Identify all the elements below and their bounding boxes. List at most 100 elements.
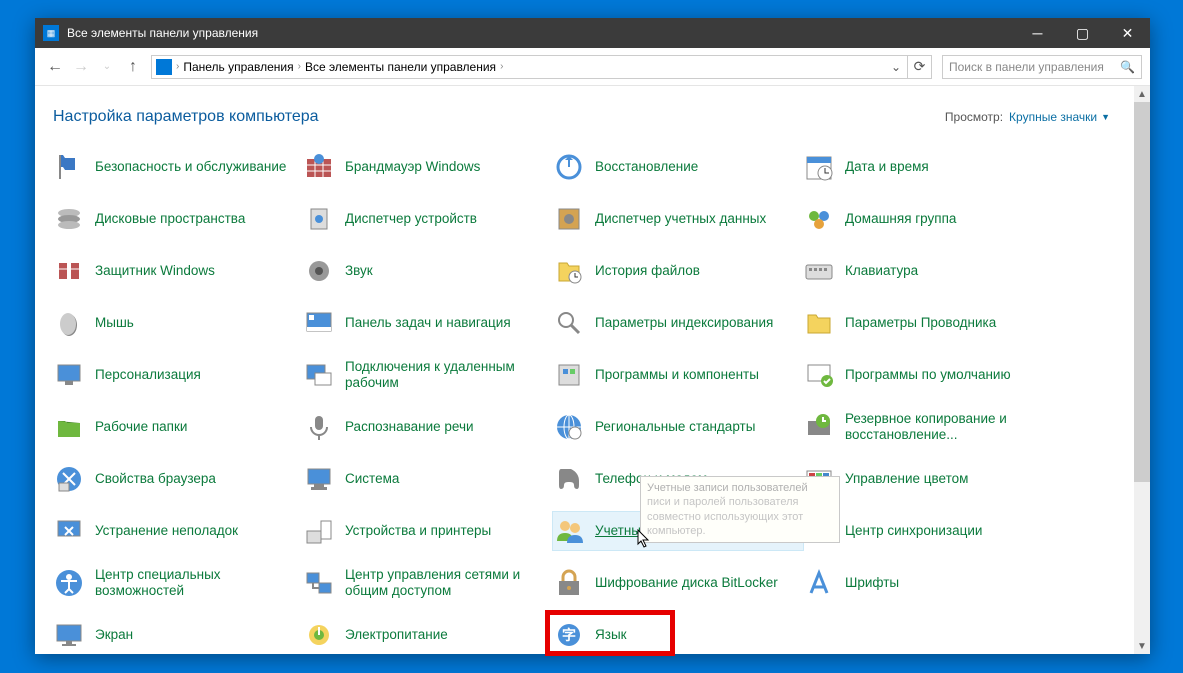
cp-item-personalize[interactable]: Персонализация [53, 356, 303, 394]
cp-item-system[interactable]: Система [303, 460, 553, 498]
cp-item-workfolders[interactable]: Рабочие папки [53, 408, 303, 446]
cp-item-folderopt[interactable]: Параметры Проводника [803, 304, 1053, 342]
toolbar: ← → ⌄ ↑ › Панель управления › Все элемен… [35, 48, 1150, 86]
close-button[interactable]: ✕ [1105, 18, 1150, 48]
search-placeholder: Поиск в панели управления [949, 60, 1104, 74]
cp-item-remote[interactable]: Подключения к удаленным рабочим [303, 356, 553, 394]
search-icon: 🔍 [1120, 60, 1135, 74]
cp-item-label: Управление цветом [845, 471, 968, 487]
scroll-down-button[interactable]: ▼ [1134, 638, 1150, 654]
cp-item-safe[interactable]: Диспетчер учетных данных [553, 200, 803, 238]
up-button[interactable]: ↑ [121, 55, 145, 79]
cp-item-defaultprog[interactable]: Программы по умолчанию [803, 356, 1053, 394]
cp-item-troubleshoot[interactable]: Устранение неполадок [53, 512, 303, 550]
devices-icon [303, 515, 335, 547]
cp-item-label: Мышь [95, 315, 134, 331]
cp-item-fonts[interactable]: Шрифты [803, 564, 1053, 602]
cp-item-disks[interactable]: Дисковые пространства [53, 200, 303, 238]
devmgr-icon [303, 203, 335, 235]
cp-item-language[interactable]: 字Язык [553, 616, 803, 654]
cp-item-label: Домашняя группа [845, 211, 956, 227]
fonts-icon [803, 567, 835, 599]
cp-item-keyboard[interactable]: Клавиатура [803, 252, 1053, 290]
tooltip-body: писи и паролей пользователя совместно ис… [647, 495, 833, 538]
cp-item-color[interactable]: Управление цветом [803, 460, 1053, 498]
cp-item-programs[interactable]: Программы и компоненты [553, 356, 803, 394]
recent-dropdown[interactable]: ⌄ [95, 55, 119, 79]
safe-icon [553, 203, 585, 235]
cp-item-devmgr[interactable]: Диспетчер устройств [303, 200, 553, 238]
breadcrumb-sub[interactable]: Все элементы панели управления [301, 60, 500, 74]
cp-item-taskbar[interactable]: Панель задач и навигация [303, 304, 553, 342]
folderopt-icon [803, 307, 835, 339]
defender-icon [53, 255, 85, 287]
cp-item-label: История файлов [595, 263, 700, 279]
cp-item-homegroup[interactable]: Домашняя группа [803, 200, 1053, 238]
cp-item-display[interactable]: Экран [53, 616, 303, 654]
speech-icon [303, 411, 335, 443]
scrollbar[interactable]: ▲ ▼ [1134, 86, 1150, 654]
window-title: Все элементы панели управления [67, 26, 1015, 40]
cp-item-label: Безопасность и обслуживание [95, 159, 286, 175]
breadcrumb-root[interactable]: Панель управления [179, 60, 297, 74]
search-input[interactable]: Поиск в панели управления 🔍 [942, 55, 1142, 79]
cp-item-firewall[interactable]: Брандмауэр Windows [303, 148, 553, 186]
cp-item-label: Центр специальных возможностей [95, 567, 295, 599]
cp-item-label: Центр синхронизации [845, 523, 982, 539]
cp-item-flag[interactable]: Безопасность и обслуживание [53, 148, 303, 186]
cp-item-label: Восстановление [595, 159, 698, 175]
cp-item-label: Шрифты [845, 575, 899, 591]
cp-item-defender[interactable]: Защитник Windows [53, 252, 303, 290]
cp-item-sound[interactable]: Звук [303, 252, 553, 290]
view-label: Просмотр: [945, 110, 1003, 124]
cp-item-mouse[interactable]: Мышь [53, 304, 303, 342]
scroll-up-button[interactable]: ▲ [1134, 86, 1150, 102]
back-button[interactable]: ← [43, 55, 67, 79]
cp-item-backup[interactable]: Резервное копирование и восстановление..… [803, 408, 1053, 446]
refresh-button[interactable]: ⟳ [907, 55, 931, 79]
maximize-button[interactable]: ▢ [1060, 18, 1105, 48]
minimize-button[interactable]: ─ [1015, 18, 1060, 48]
address-dropdown[interactable]: ⌄ [885, 60, 907, 74]
disks-icon [53, 203, 85, 235]
display-icon [53, 619, 85, 651]
troubleshoot-icon [53, 515, 85, 547]
cp-item-devices[interactable]: Устройства и принтеры [303, 512, 553, 550]
cp-item-label: Клавиатура [845, 263, 918, 279]
forward-button[interactable]: → [69, 55, 93, 79]
sound-icon [303, 255, 335, 287]
cp-item-label: Параметры Проводника [845, 315, 996, 331]
personalize-icon [53, 359, 85, 391]
scroll-thumb[interactable] [1134, 102, 1150, 482]
cp-item-region[interactable]: Региональные стандарты [553, 408, 803, 446]
cp-item-label: Экран [95, 627, 133, 643]
taskbar-icon [303, 307, 335, 339]
cp-item-browser[interactable]: Свойства браузера [53, 460, 303, 498]
cp-item-index[interactable]: Параметры индексирования [553, 304, 803, 342]
keyboard-icon [803, 255, 835, 287]
cp-item-label: Программы и компоненты [595, 367, 759, 383]
system-icon [303, 463, 335, 495]
cp-item-power[interactable]: Электропитание [303, 616, 553, 654]
app-icon: ▦ [43, 25, 59, 41]
phone-icon [553, 463, 585, 495]
titlebar: ▦ Все элементы панели управления ─ ▢ ✕ [35, 18, 1150, 48]
chevron-icon[interactable]: › [500, 61, 503, 72]
cp-item-filehistory[interactable]: История файлов [553, 252, 803, 290]
cp-item-bitlocker[interactable]: Шифрование диска BitLocker [553, 564, 803, 602]
cp-item-label: Язык [595, 627, 627, 643]
cp-item-network[interactable]: Центр управления сетями и общим доступом [303, 564, 553, 602]
view-dropdown[interactable]: Крупные значки ▼ [1009, 110, 1110, 124]
cp-item-label: Диспетчер устройств [345, 211, 477, 227]
cp-item-label: Рабочие папки [95, 419, 187, 435]
cp-item-sync[interactable]: Центр синхронизации [803, 512, 1053, 550]
cp-item-label: Панель задач и навигация [345, 315, 511, 331]
cp-item-speech[interactable]: Распознавание речи [303, 408, 553, 446]
cp-item-accessibility[interactable]: Центр специальных возможностей [53, 564, 303, 602]
cp-item-recovery[interactable]: Восстановление [553, 148, 803, 186]
cp-item-label: Шифрование диска BitLocker [595, 575, 778, 591]
cp-item-datetime[interactable]: Дата и время [803, 148, 1053, 186]
tooltip-title: Учетные записи пользователей [647, 481, 833, 495]
address-bar[interactable]: › Панель управления › Все элементы панел… [151, 55, 932, 79]
mouse-icon [53, 307, 85, 339]
